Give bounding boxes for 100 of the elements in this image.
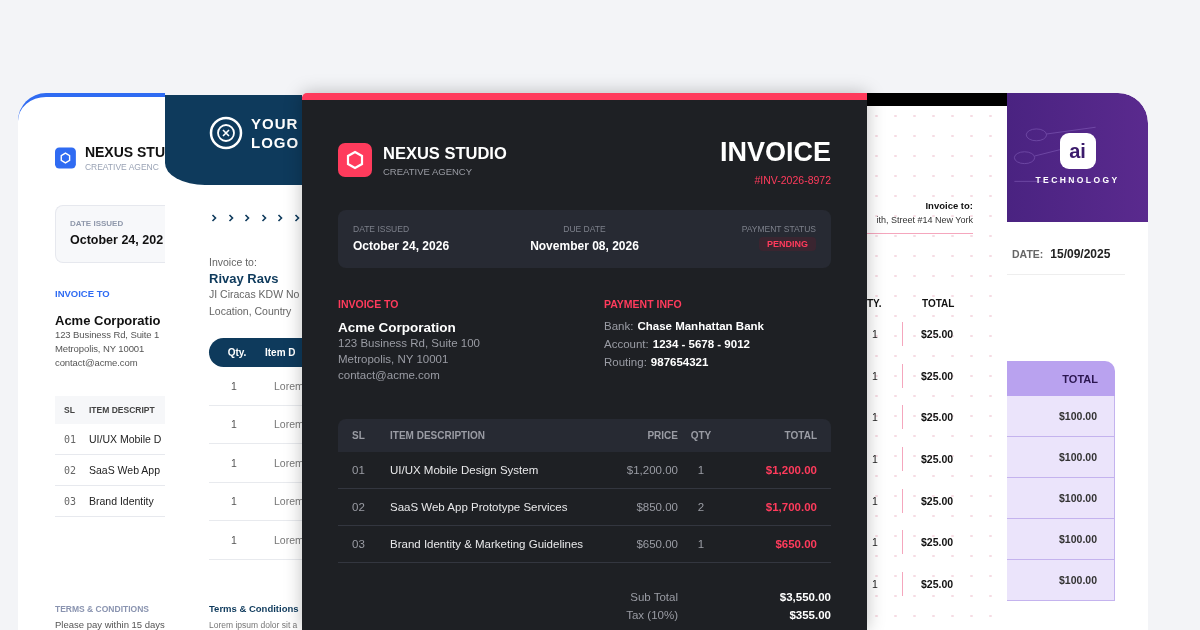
section-label: INVOICE TO [55, 288, 111, 299]
payment-label: Account: [604, 337, 649, 352]
table-cell: 1 [867, 321, 903, 346]
table-cell: 1 [867, 571, 903, 596]
meta-value: November 08, 2026 [530, 239, 639, 253]
brand-name: NEXUS STUDIO [383, 143, 507, 163]
table-cell-text: $25.00 [920, 452, 954, 465]
table-cell-text: 1 [230, 533, 238, 546]
address-line: contact@acme.com [55, 356, 139, 370]
table-cell: 1 [867, 488, 903, 513]
invoice-number: #INV-2026-8972 [754, 174, 831, 186]
chevron-icon [244, 214, 250, 222]
table-cell-text: $1,700.00 [764, 501, 817, 513]
invoice-title: INVOICE [719, 137, 831, 168]
payment-value: 987654321 [650, 355, 709, 370]
address-line: JI Ciracas KDW No [209, 287, 301, 302]
table-cell-text: $650.00 [635, 538, 678, 550]
table-cell: Brand Identity [89, 495, 154, 507]
table-cell-text: $25.00 [920, 577, 954, 590]
meta-value: October 24, 2026 [353, 239, 451, 253]
date-value: 15/09/2025 [1050, 247, 1111, 261]
client-name: Acme Corporatio [55, 313, 162, 328]
column-header: ITEM DESCRIPTION [390, 430, 486, 441]
total-label: Sub Total [629, 591, 678, 603]
table-cell-text: 1 [230, 495, 238, 508]
meta-label: DUE DATE [563, 224, 606, 234]
payment-label: Bank: [604, 319, 634, 334]
table-cell-text: 02 [63, 464, 78, 476]
address-line: 123 Business Rd, Suite 1 [55, 328, 161, 342]
address-line: Metropolis, NY 10001 [55, 342, 146, 356]
table-cell-text: 03 [352, 538, 366, 550]
table-cell-text: $25.00 [920, 494, 954, 507]
meta-label: DATE ISSUED [353, 224, 411, 234]
column-header: TOTAL [1062, 372, 1098, 385]
bill-to-label: Invoice to: [209, 256, 258, 268]
chevron-icon [227, 214, 234, 222]
client-name: Rivay Ravs [209, 271, 280, 286]
table-cell-text: 01 [352, 464, 366, 476]
table-cell: 1 [867, 446, 903, 471]
table-cell-text: SaaS Web App Prototype Services [390, 501, 569, 513]
terms-heading: Terms & Conditions [209, 603, 300, 614]
column-header: PRICE [646, 430, 678, 441]
table-cell-text: 01 [63, 433, 78, 445]
table-cell-text: $650.00 [774, 538, 817, 550]
column-header: QTY [689, 430, 713, 441]
chevron-icon [211, 214, 217, 222]
total-label: Tax (10%) [625, 609, 678, 621]
table-cell-text: 02 [352, 501, 366, 513]
column-header: TOTAL [783, 430, 817, 441]
table-cell-text: 1 [230, 379, 238, 392]
close-circle-logo-icon [209, 116, 243, 150]
client-name: Acme Corporation [338, 320, 457, 335]
table-cell: $100.00 [1059, 451, 1097, 463]
table-cell-text: 03 [63, 495, 78, 507]
chevron-icon [260, 214, 267, 222]
address-line: 123 Business Rd, Suite 100 [338, 336, 481, 351]
logo-tagline: TECHNOLOGY [1035, 175, 1120, 185]
date-label: DATE: [1012, 248, 1044, 260]
chevron-icon [277, 214, 283, 222]
logo-text: LOGO [251, 133, 300, 152]
payment-value: 1234 - 5678 - 9012 [652, 337, 750, 352]
client-address: ith, Street #14 New York [876, 215, 973, 225]
date-value: October 24, 202 [70, 233, 165, 247]
table-cell: SaaS Web App [89, 464, 161, 476]
column-header: SL [63, 405, 76, 415]
chevron-icon [293, 214, 300, 222]
table-cell-text: $25.00 [920, 327, 954, 340]
payment-label: Routing: [604, 355, 647, 370]
total-value: $355.00 [789, 609, 831, 621]
terms-text: Lorem ipsum dolor sit a [209, 620, 299, 630]
column-header: SL [352, 430, 366, 441]
table-cell-text: 1 [230, 456, 238, 469]
column-header: ITEM DESCRIPT [89, 405, 155, 415]
address-line: Metropolis, NY 10001 [338, 352, 450, 367]
table-cell-text: $1,200.00 [625, 464, 678, 476]
status-badge: PENDING [758, 237, 816, 251]
column-header: Qty. [226, 347, 248, 358]
column-header: TY. [867, 297, 883, 309]
brand-tagline: CREATIVE AGENC [84, 162, 160, 172]
table-cell: $100.00 [1059, 410, 1097, 422]
brand-name: NEXUS STU [84, 144, 165, 160]
section-label: PAYMENT INFO [604, 298, 683, 310]
table-cell-text: 2 [696, 501, 706, 513]
date-label: DATE ISSUED [70, 219, 125, 228]
table-cell: 1 [867, 530, 903, 555]
table-cell-text: $850.00 [635, 501, 678, 513]
table-cell-text: $25.00 [920, 411, 954, 424]
payment-value: Chase Manhattan Bank [637, 319, 764, 334]
table-cell-text: Brand Identity & Marketing Guidelines [390, 538, 585, 550]
total-value: $3,550.00 [779, 591, 831, 603]
table-cell: 1 [867, 405, 903, 430]
logo-text: YOUR [251, 114, 300, 133]
address-line: Location, Country [209, 304, 293, 319]
table-cell-text: $1,200.00 [764, 464, 817, 476]
table-cell: 1 [867, 363, 903, 388]
table-cell: $100.00 [1059, 574, 1097, 586]
address-line: contact@acme.com [338, 368, 441, 383]
terms-heading: TERMS & CONDITIONS [55, 604, 150, 614]
table-cell-text: $25.00 [920, 369, 954, 382]
column-header: TOTAL [921, 297, 955, 309]
